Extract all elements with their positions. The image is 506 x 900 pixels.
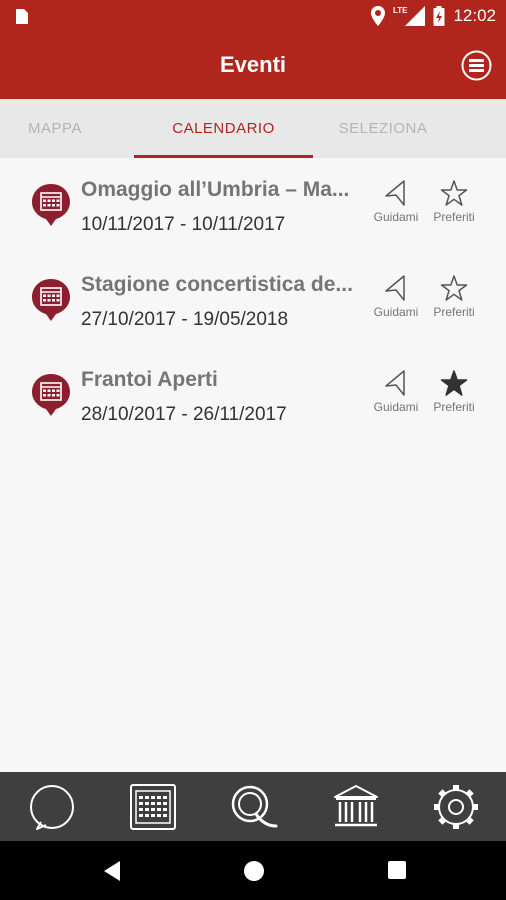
guide-button[interactable]: Guidami [366,180,426,224]
gear-icon[interactable] [431,782,481,832]
network-type-label: LTE [392,5,408,15]
navigate-arrow-icon [385,275,405,301]
search-q-icon[interactable] [228,782,278,832]
event-dates: 10/11/2017 - 10/11/2017 [81,214,286,235]
status-time: 12:02 [453,6,496,25]
favorite-button[interactable]: Preferiti [424,180,484,224]
guide-button[interactable]: Guidami [366,370,426,414]
status-bar: LTE 12:02 [0,0,506,32]
app-bar: Eventi [0,32,506,99]
tab-mappa[interactable]: MAPPA [0,99,110,158]
favorite-button[interactable]: Preferiti [424,275,484,319]
menu-icon[interactable] [461,50,492,81]
favorite-label: Preferiti [433,210,475,224]
navigate-arrow-icon [385,180,405,206]
circle-icon[interactable] [27,782,77,832]
list-item[interactable]: Omaggio all’Umbria – Ma... 10/11/2017 - … [0,166,506,260]
navigate-arrow-icon [385,370,405,396]
favorite-button[interactable]: Preferiti [424,370,484,414]
home-icon[interactable] [243,860,265,882]
calendar-pin-icon [32,374,70,416]
page-title: Eventi [219,52,287,77]
event-title: Omaggio all’Umbria – Ma... [81,178,350,201]
signal-icon [405,6,426,26]
list-item[interactable]: Frantoi Aperti 28/10/2017 - 26/11/2017 G… [0,356,506,450]
calendar-icon[interactable] [128,782,178,832]
recents-icon[interactable] [387,860,407,880]
star-outline-icon [440,180,468,206]
battery-icon [433,6,445,26]
tab-seleziona[interactable]: SELEZIONA [313,99,453,158]
event-dates: 28/10/2017 - 26/11/2017 [81,404,287,425]
guide-label: Guidami [373,210,419,224]
star-outline-icon [440,275,468,301]
active-tab-indicator [134,155,313,158]
event-dates: 27/10/2017 - 19/05/2018 [81,309,289,330]
system-nav-bar [0,841,506,900]
guide-label: Guidami [373,400,419,414]
calendar-pin-icon [32,184,70,226]
star-filled-icon [440,370,468,396]
tab-label: SELEZIONA [338,120,428,137]
guide-label: Guidami [373,305,419,319]
event-title: Stagione concertistica de... [81,273,353,296]
tab-bar: MAPPA CALENDARIO SELEZIONA [0,99,506,158]
sim-card-icon [16,9,28,24]
list-item[interactable]: Stagione concertistica de... 27/10/2017 … [0,261,506,355]
location-icon [370,6,385,26]
event-title: Frantoi Aperti [81,368,218,391]
tab-label: MAPPA [28,120,82,137]
bottom-nav [0,772,506,841]
guide-button[interactable]: Guidami [366,275,426,319]
favorite-label: Preferiti [433,400,475,414]
back-icon[interactable] [102,860,122,882]
tab-label: CALENDARIO [172,120,275,137]
museum-icon[interactable] [331,782,381,832]
favorite-label: Preferiti [433,305,475,319]
calendar-pin-icon [32,279,70,321]
status-icons: LTE 12:02 [370,5,496,27]
tab-calendario[interactable]: CALENDARIO [134,99,313,158]
